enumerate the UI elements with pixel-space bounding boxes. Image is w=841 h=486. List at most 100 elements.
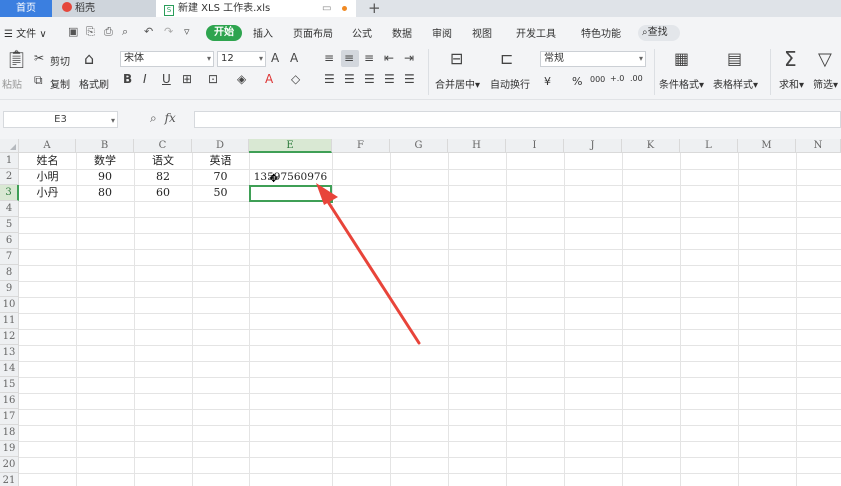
filter-icon[interactable]: ▽ [818,49,832,70]
search-label: 查找 [647,27,668,38]
spreadsheet-grid[interactable]: A B C D E F G H I J K L M N 1 2 3 4 5 6 … [0,139,841,486]
annotation-arrow [316,183,421,345]
borders-icon[interactable]: ⊡ [208,72,218,86]
underline-icon[interactable]: U [162,72,171,86]
number-format-value: 常规 [544,53,564,64]
hamburger-icon: ☰ [4,29,13,40]
divider [654,49,655,95]
increase-indent-icon[interactable]: ⇥ [404,51,414,65]
font-size-select[interactable]: 12 ▾ [217,51,266,67]
tab-insert[interactable]: 插入 [253,25,273,40]
format-painter-icon[interactable]: ⌂ [84,49,94,68]
increase-decimal-icon[interactable]: +.0 [610,74,624,83]
percent-format-button[interactable]: % [572,75,582,88]
chevron-down-icon: ▾ [206,54,211,63]
decrease-indent-icon[interactable]: ⇤ [384,51,394,65]
fill-color-icon[interactable]: ◈ [237,72,246,86]
chevron-down-icon: ∨ [39,29,47,40]
tab-page-layout[interactable]: 页面布局 [293,25,333,40]
align-middle-icon[interactable]: ≡ [344,51,354,65]
tab-view[interactable]: 视图 [472,25,492,40]
search-button[interactable]: ⌕查找 [638,25,680,41]
currency-format-button[interactable]: ¥ [544,75,551,88]
redo-icon[interactable]: ↷ [164,25,173,38]
tab-formulas[interactable]: 公式 [352,25,372,40]
cut-button[interactable]: 剪切 [50,53,70,68]
clear-format-icon[interactable]: ◇ [291,72,300,86]
tab-daoke-label: 稻壳 [75,3,95,14]
copy-button[interactable]: 复制 [50,76,70,91]
undo-icon[interactable]: ↶ [144,25,153,38]
annotation-arrow-head [316,183,338,205]
thousands-separator-button[interactable]: 000 [590,75,605,84]
tab-daoke[interactable]: 稻壳 [52,0,156,17]
chevron-down-icon: ▾ [110,116,115,125]
increase-font-icon[interactable]: A [271,51,279,65]
align-bottom-icon[interactable]: ≡ [364,51,374,65]
conditional-format-icon[interactable]: ▦ [674,49,689,68]
strikethrough-icon[interactable]: ⊞ [182,72,192,86]
print-preview-icon[interactable]: ⌕ [122,25,128,39]
menu-file[interactable]: ☰ 文件 ∨ [4,25,47,40]
merge-center-icon[interactable]: ⊟ [450,49,463,68]
tab-special-features[interactable]: 特色功能 [581,25,621,40]
tab-developer-tools[interactable]: 开发工具 [516,25,556,40]
format-painter-button[interactable]: 格式刷 [79,76,109,91]
cut-icon[interactable]: ✂ [34,51,44,65]
font-color-icon[interactable]: A [265,72,273,86]
annotation-arrow-shaft [321,192,421,345]
decrease-font-icon[interactable]: A [290,51,298,65]
tab-document-label: 新建 XLS 工作表.xls [178,3,271,14]
formula-input[interactable] [194,111,841,128]
fx-icon[interactable]: fx [165,111,176,125]
table-style-button[interactable]: 表格样式▾ [713,76,758,91]
print-icon[interactable]: ⎙ [104,25,113,39]
tab-document[interactable]: S 新建 XLS 工作表.xls ▭ [156,0,356,17]
merge-center-button[interactable]: 合并居中▾ [435,76,480,91]
divider [770,49,771,95]
copy-icon[interactable]: ⧉ [34,73,43,88]
zoom-icon[interactable]: ⌕ [150,111,157,125]
formula-tools: ⌕ fx [150,111,176,126]
font-name-select[interactable]: 宋体 ▾ [120,51,214,67]
daoke-logo-icon [62,2,72,12]
align-right-icon[interactable]: ☰ [364,72,375,86]
ribbon-toolbar: 📋︎ 粘贴 ✂ 剪切 ⧉ 复制 ⌂ 格式刷 宋体 ▾ 12 ▾ A A B I U … [0,45,841,100]
conditional-format-button[interactable]: 条件格式▾ [659,76,704,91]
tab-review[interactable]: 审阅 [432,25,452,40]
unsaved-dot-icon [342,6,347,11]
italic-icon[interactable]: I [143,72,147,86]
wrap-text-icon[interactable]: ⊏ [500,49,513,68]
filter-button[interactable]: 筛选▾ [813,76,838,91]
tab-data[interactable]: 数据 [392,25,412,40]
table-style-icon[interactable]: ▤ [727,49,742,68]
sum-icon[interactable]: Σ [784,47,797,71]
new-tab-button[interactable]: + [368,0,381,17]
justify-icon[interactable]: ☰ [384,72,395,86]
sum-button[interactable]: 求和▾ [779,76,804,91]
number-format-select[interactable]: 常规 ▾ [540,51,646,67]
align-left-icon[interactable]: ☰ [324,72,335,86]
paste-button[interactable]: 粘贴 [2,76,22,91]
save-icon[interactable]: ▣ [68,25,78,38]
conditional-format-label: 条件格式 [659,80,699,91]
table-style-label: 表格样式 [713,80,753,91]
export-icon[interactable]: ⎘ [86,25,95,39]
spreadsheet-file-icon: S [164,5,174,16]
sum-label: 求和 [779,80,799,91]
wrap-text-button[interactable]: 自动换行 [490,76,530,91]
decrease-decimal-icon[interactable]: .00 [630,74,643,83]
pin-icon[interactable]: ▭ [322,0,331,17]
paste-icon[interactable]: 📋︎ [5,49,28,70]
menu-file-label: 文件 [16,29,37,40]
merge-center-label: 合并居中 [435,80,475,91]
name-box[interactable]: E3 ▾ [3,111,118,128]
tab-home[interactable]: 首页 [0,0,52,17]
customize-quick-access-icon[interactable]: ▿ [184,25,190,38]
distributed-icon[interactable]: ☰ [404,72,415,86]
align-center-icon[interactable]: ☰ [344,72,355,86]
tab-start[interactable]: 开始 [206,25,242,41]
font-name-value: 宋体 [124,53,144,64]
bold-icon[interactable]: B [123,72,132,86]
align-top-icon[interactable]: ≡ [324,51,334,65]
